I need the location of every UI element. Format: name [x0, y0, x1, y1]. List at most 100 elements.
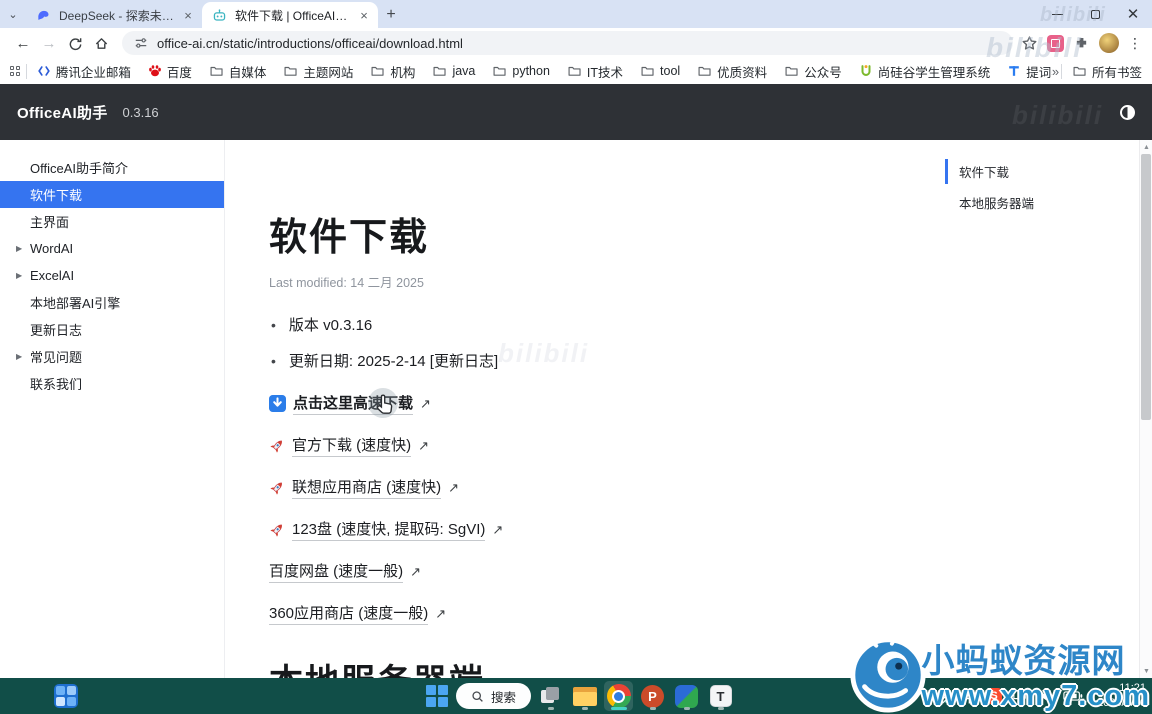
- folder-icon: [1072, 64, 1087, 78]
- toc-item-1[interactable]: 软件下载: [945, 156, 1115, 187]
- officeai-robot-icon: [212, 7, 228, 23]
- toc-sidebar: 软件下载本地服务器端: [945, 156, 1115, 218]
- folder-icon: [209, 64, 224, 78]
- bookmark-item[interactable]: IT技术: [567, 62, 623, 81]
- start-button[interactable]: [422, 681, 451, 711]
- search-icon: [471, 690, 484, 703]
- home-icon: [94, 36, 109, 51]
- all-bookmarks-button[interactable]: 所有书签: [1072, 62, 1142, 81]
- baidu-paw-icon: [148, 64, 162, 78]
- browser-menu-icon[interactable]: ⋮: [1128, 41, 1142, 46]
- watermark-site-name: 小蚂蚁资源网: [921, 634, 1125, 682]
- tab-close-icon[interactable]: ×: [180, 7, 196, 23]
- download-link-6[interactable]: 360应用商店 (速度一般)↗: [269, 602, 446, 625]
- ant-logo-icon: [847, 632, 929, 714]
- sidebar-item-1[interactable]: OfficeAI助手简介: [0, 154, 224, 181]
- download-link-2[interactable]: 官方下载 (速度快)↗: [269, 434, 429, 457]
- sidebar-item-6[interactable]: 本地部署AI引擎: [0, 289, 224, 316]
- profile-avatar[interactable]: [1099, 33, 1119, 53]
- bookmark-label: IT技术: [587, 62, 623, 81]
- close-button[interactable]: ✕: [1114, 0, 1152, 28]
- bookmark-item[interactable]: 优质资料: [697, 62, 767, 81]
- sidebar-item-5[interactable]: ▶ ExcelAI: [0, 262, 224, 289]
- bookmark-item[interactable]: 公众号: [784, 62, 842, 81]
- browser-tab-1[interactable]: DeepSeek - 探索未至之境×: [26, 2, 202, 28]
- forward-button[interactable]: →: [36, 30, 62, 56]
- toc-item-label: 本地服务器端: [959, 197, 1034, 211]
- bookmark-item[interactable]: 机构: [370, 62, 415, 81]
- extension-pink-icon[interactable]: [1047, 35, 1064, 52]
- bookmarks-overflow-chevron[interactable]: »: [1052, 64, 1059, 79]
- bookmark-star-icon[interactable]: [1021, 35, 1038, 52]
- bullet-update-date: 更新日期: 2025-2-14 [更新日志]: [271, 350, 498, 371]
- taskbar-app-chrome[interactable]: [604, 681, 633, 711]
- tab-search-chevron-icon[interactable]: ⌄: [0, 0, 26, 28]
- bookmark-item[interactable]: 尚硅谷学生管理系统: [859, 62, 991, 81]
- tencent-mail-icon: [37, 64, 51, 78]
- divider: [26, 64, 27, 79]
- sidebar-item-9[interactable]: 联系我们: [0, 370, 224, 397]
- sidebar-item-label: ExcelAI: [30, 268, 74, 283]
- bookmark-item[interactable]: 提词器: [1007, 62, 1052, 81]
- url-text: office-ai.cn/static/introductions/office…: [157, 36, 463, 51]
- external-link-icon: ↗: [410, 564, 421, 580]
- sidebar-item-7[interactable]: 更新日志: [0, 316, 224, 343]
- site-brand[interactable]: OfficeAI助手: [17, 102, 108, 123]
- bookmark-item[interactable]: 自媒体: [209, 62, 267, 81]
- taskbar-app-typora[interactable]: T: [706, 681, 735, 711]
- bookmark-label: 主题网站: [303, 62, 353, 81]
- expand-arrow-icon[interactable]: ▶: [16, 271, 22, 280]
- extensions-puzzle-icon[interactable]: [1073, 35, 1090, 52]
- scroll-up-icon[interactable]: ▲: [1140, 140, 1152, 154]
- download-link-4[interactable]: 123盘 (速度快, 提取码: SgVI)↗: [269, 518, 503, 541]
- bookmark-label: 百度: [167, 62, 192, 81]
- bookmark-item[interactable]: tool: [640, 64, 680, 78]
- vertical-scrollbar[interactable]: ▲ ▼: [1139, 140, 1152, 678]
- address-bar[interactable]: office-ai.cn/static/introductions/office…: [122, 31, 1013, 55]
- bookmark-item[interactable]: 腾讯企业邮箱: [37, 62, 131, 81]
- bookmark-item[interactable]: 百度: [148, 62, 192, 81]
- tab-close-icon[interactable]: ×: [356, 7, 372, 23]
- home-button[interactable]: [88, 30, 114, 56]
- bookmark-label: 公众号: [804, 62, 842, 81]
- bookmark-label: 提词器: [1026, 62, 1052, 81]
- taskbar-app-deepseek-app[interactable]: [672, 681, 701, 711]
- sidebar-item-3[interactable]: 主界面: [0, 208, 224, 235]
- chrome-icon: [607, 684, 631, 708]
- theme-toggle-icon[interactable]: [1120, 105, 1135, 120]
- bookmark-item[interactable]: python: [492, 64, 550, 78]
- taskbar-search[interactable]: 搜索: [456, 683, 531, 709]
- download-link-1[interactable]: 点击这里高速下载↗: [269, 392, 431, 415]
- sidebar-item-4[interactable]: ▶WordAI: [0, 235, 224, 262]
- bookmark-label: tool: [660, 64, 680, 78]
- taskbar-app-file-explorer[interactable]: [570, 681, 599, 711]
- browser-titlebar: ⌄ DeepSeek - 探索未至之境×软件下载 | OfficeAI助手× +…: [0, 0, 1152, 28]
- back-button[interactable]: ←: [10, 30, 36, 56]
- expand-arrow-icon[interactable]: ▶: [16, 352, 22, 361]
- expand-arrow-icon[interactable]: ▶: [16, 244, 22, 253]
- toc-item-2[interactable]: 本地服务器端: [945, 187, 1115, 218]
- refresh-button[interactable]: [62, 30, 88, 56]
- apps-grid-icon[interactable]: [10, 66, 20, 76]
- download-link-5[interactable]: 百度网盘 (速度一般)↗: [269, 560, 421, 583]
- taskbar-app-task-view[interactable]: [536, 681, 565, 711]
- widgets-icon[interactable]: [54, 684, 78, 708]
- bookmark-item[interactable]: java: [432, 64, 475, 78]
- powerpoint-icon: P: [641, 685, 664, 708]
- rocket-emoji-icon: [269, 438, 285, 454]
- bookmark-label: 机构: [390, 62, 415, 81]
- download-link-3[interactable]: 联想应用商店 (速度快)↗: [269, 476, 459, 499]
- toolbar-right-icons: ⋮: [1021, 33, 1142, 53]
- taskbar-app-powerpoint[interactable]: P: [638, 681, 667, 711]
- external-link-icon: ↗: [418, 438, 429, 454]
- minimize-button[interactable]: [1038, 0, 1076, 28]
- sidebar-item-2[interactable]: 软件下载: [0, 181, 224, 208]
- bookmark-item[interactable]: 主题网站: [283, 62, 353, 81]
- new-tab-button[interactable]: +: [378, 2, 404, 28]
- refresh-icon: [68, 36, 83, 51]
- browser-tab-2[interactable]: 软件下载 | OfficeAI助手×: [202, 2, 378, 28]
- sidebar-item-8[interactable]: ▶常见问题: [0, 343, 224, 370]
- maximize-button[interactable]: [1076, 0, 1114, 28]
- scrollbar-thumb[interactable]: [1141, 154, 1151, 420]
- folder-icon: [784, 64, 799, 78]
